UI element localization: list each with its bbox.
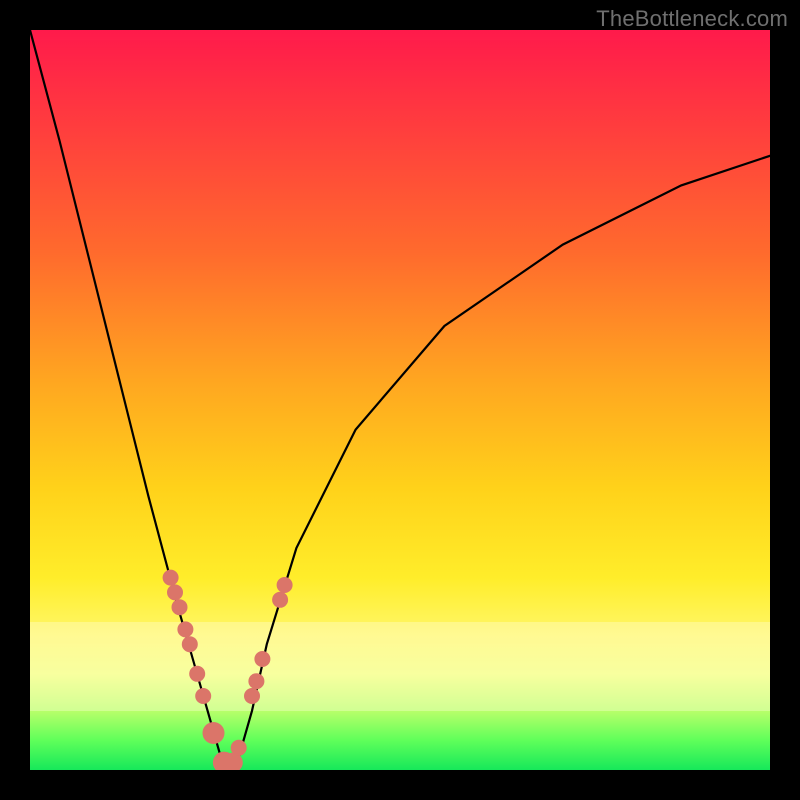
- marker-dot: [203, 722, 225, 744]
- marker-dot: [231, 740, 247, 756]
- outer-frame: TheBottleneck.com: [0, 0, 800, 800]
- chart-svg: [30, 30, 770, 770]
- marker-dot: [254, 651, 270, 667]
- marker-dot: [172, 599, 188, 615]
- plot-area: [30, 30, 770, 770]
- marker-dot: [277, 577, 293, 593]
- watermark-text: TheBottleneck.com: [596, 6, 788, 32]
- marker-dot: [272, 592, 288, 608]
- marker-dot: [167, 584, 183, 600]
- marker-dot: [163, 570, 179, 586]
- bottleneck-curve: [30, 30, 770, 763]
- marker-dot: [177, 621, 193, 637]
- marker-group: [163, 570, 293, 770]
- marker-dot: [182, 636, 198, 652]
- marker-dot: [248, 673, 264, 689]
- marker-dot: [195, 688, 211, 704]
- marker-dot: [244, 688, 260, 704]
- marker-dot: [189, 666, 205, 682]
